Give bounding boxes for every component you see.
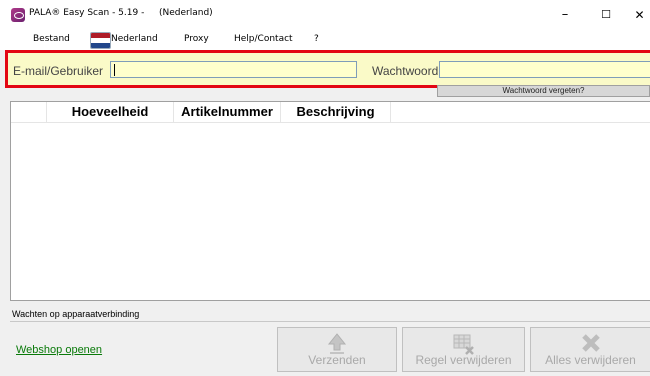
maximize-button[interactable]: ☐ (591, 5, 621, 25)
password-label: Wachtwoord (372, 64, 439, 78)
webshop-link[interactable]: Webshop openen (16, 344, 102, 356)
column-header-hoeveelheid[interactable]: Hoeveelheid (47, 102, 174, 122)
email-label: E-mail/Gebruiker (13, 64, 104, 78)
menu-bestand[interactable]: Bestand (33, 34, 70, 44)
menu-about[interactable]: ? (314, 34, 319, 44)
pala-logo-icon (11, 8, 25, 22)
remove-row-button-label: Regel verwijderen (415, 353, 512, 367)
menu-proxy[interactable]: Proxy (184, 34, 209, 44)
netherlands-flag-icon[interactable] (90, 32, 111, 49)
remove-all-button-label: Alles verwijderen (545, 353, 636, 367)
table-header: Hoeveelheid Artikelnummer Beschrijving (11, 102, 650, 123)
text-caret (114, 64, 115, 76)
column-header-artikelnummer[interactable]: Artikelnummer (174, 102, 281, 122)
minimize-button[interactable]: – (550, 5, 580, 25)
remove-all-button[interactable]: Alles verwijderen (530, 327, 650, 372)
title-bar: PALA® Easy Scan - 5.19 - (Nederland) – ☐… (0, 0, 650, 30)
status-text: Wachten op apparaatverbinding (12, 309, 140, 319)
remove-row-button[interactable]: Regel verwijderen (402, 327, 525, 372)
menu-help-contact[interactable]: Help/Contact (234, 34, 293, 44)
row-header-cell (11, 102, 47, 122)
window-title: PALA® Easy Scan - 5.19 - (29, 8, 145, 18)
send-button-label: Verzenden (308, 353, 366, 367)
send-button[interactable]: Verzenden (277, 327, 397, 372)
scan-table[interactable]: Hoeveelheid Artikelnummer Beschrijving (10, 101, 650, 301)
forgot-password-button[interactable]: Wachtwoord vergeten? (437, 85, 650, 97)
window-subtitle: (Nederland) (159, 8, 213, 18)
password-field[interactable] (439, 61, 650, 78)
column-header-beschrijving[interactable]: Beschrijving (281, 102, 391, 122)
close-button[interactable]: ✕ (629, 5, 650, 25)
status-divider (10, 321, 650, 322)
app-window: PALA® Easy Scan - 5.19 - (Nederland) – ☐… (0, 0, 650, 376)
email-field[interactable] (110, 61, 357, 78)
delete-x-icon (581, 334, 600, 352)
menu-nederland[interactable]: Nederland (111, 34, 158, 44)
login-panel: E-mail/Gebruiker Wachtwoord (5, 50, 650, 88)
